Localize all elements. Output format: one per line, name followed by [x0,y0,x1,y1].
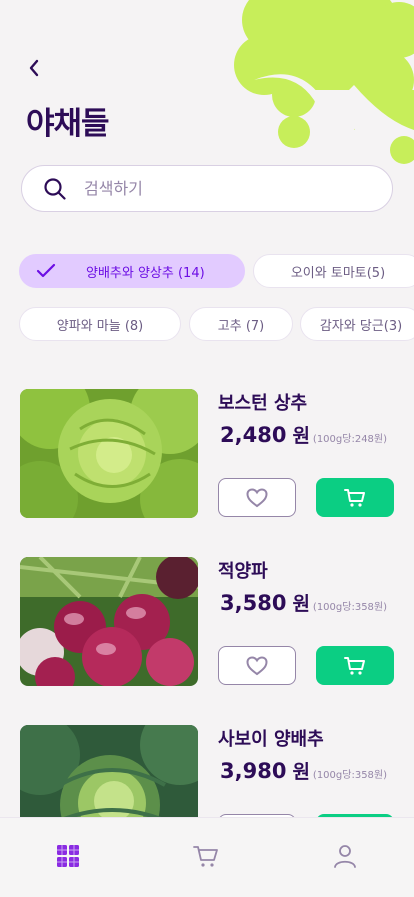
product-card-boston-lettuce[interactable]: 보스턴 상추 2,480 원 (100g당:248원) [20,389,414,519]
price-amount: 2,480 [220,423,287,447]
add-to-cart-button[interactable] [316,478,394,517]
unit-price: (100g당:358원) [312,602,388,613]
filter-chip-label: 고추 (7) [217,318,265,334]
price-amount: 3,580 [220,591,287,615]
product-name: 적양파 [218,561,268,582]
unit-price: (100g당:248원) [312,434,388,445]
favorite-button[interactable] [218,478,296,517]
add-to-cart-button[interactable] [316,646,394,685]
heart-icon [246,655,268,675]
filter-chip-potato-carrot[interactable]: 감자와 당근(3) [300,307,414,341]
filter-chip-cucumber-tomato[interactable]: 오이와 토마토(5) [253,254,414,288]
product-price: 3,580 원 (100g당:358원) [220,589,387,616]
product-card-red-onion[interactable]: 적양파 3,580 원 (100g당:358원) [20,557,414,687]
cart-icon [344,656,365,675]
back-button[interactable] [22,56,46,80]
nav-item-cart[interactable] [192,842,220,870]
price-currency: 원 [292,761,310,783]
filter-chip-label: 양파와 마늘 (8) [56,318,144,334]
product-image-onion [20,557,198,686]
search-input[interactable] [84,179,354,198]
product-name: 사보이 양배추 [218,729,324,750]
search-icon [44,177,66,200]
filter-chip-onion-garlic[interactable]: 양파와 마늘 (8) [19,307,181,341]
heart-icon [246,487,268,507]
price-amount: 3,980 [220,759,287,783]
unit-price: (100g당:358원) [312,770,388,781]
filter-chip-cabbage-lettuce[interactable]: 양배추와 양상추 (14) [19,254,245,288]
check-icon [36,263,56,279]
nav-item-profile[interactable] [331,842,359,870]
product-image-lettuce [20,389,198,518]
filter-chip-pepper[interactable]: 고추 (7) [189,307,293,341]
page-title: 야채들 [26,106,110,142]
favorite-button[interactable] [218,646,296,685]
product-card-savoy-cabbage[interactable]: 사보이 양배추 3,980 원 (100g당:358원) [20,725,414,817]
filter-chip-label: 감자와 당근(3) [319,318,403,334]
product-price: 2,480 원 (100g당:248원) [220,421,387,448]
cart-icon [193,846,218,867]
search-bar[interactable] [21,165,393,212]
product-image-cabbage [20,725,198,817]
user-icon [334,845,356,868]
bottom-navigation [0,817,414,897]
product-name: 보스턴 상추 [218,393,308,414]
broccoli-decoration [234,0,414,170]
price-currency: 원 [292,593,310,615]
grid-icon [57,845,79,867]
nav-item-catalog[interactable] [54,842,82,870]
price-currency: 원 [292,425,310,447]
product-price: 3,980 원 (100g당:358원) [220,757,387,784]
filter-chip-label: 오이와 토마토(5) [290,265,386,281]
back-icon [29,59,39,77]
filter-chip-label: 양배추와 양상추 (14) [86,265,205,281]
cart-icon [344,488,365,507]
